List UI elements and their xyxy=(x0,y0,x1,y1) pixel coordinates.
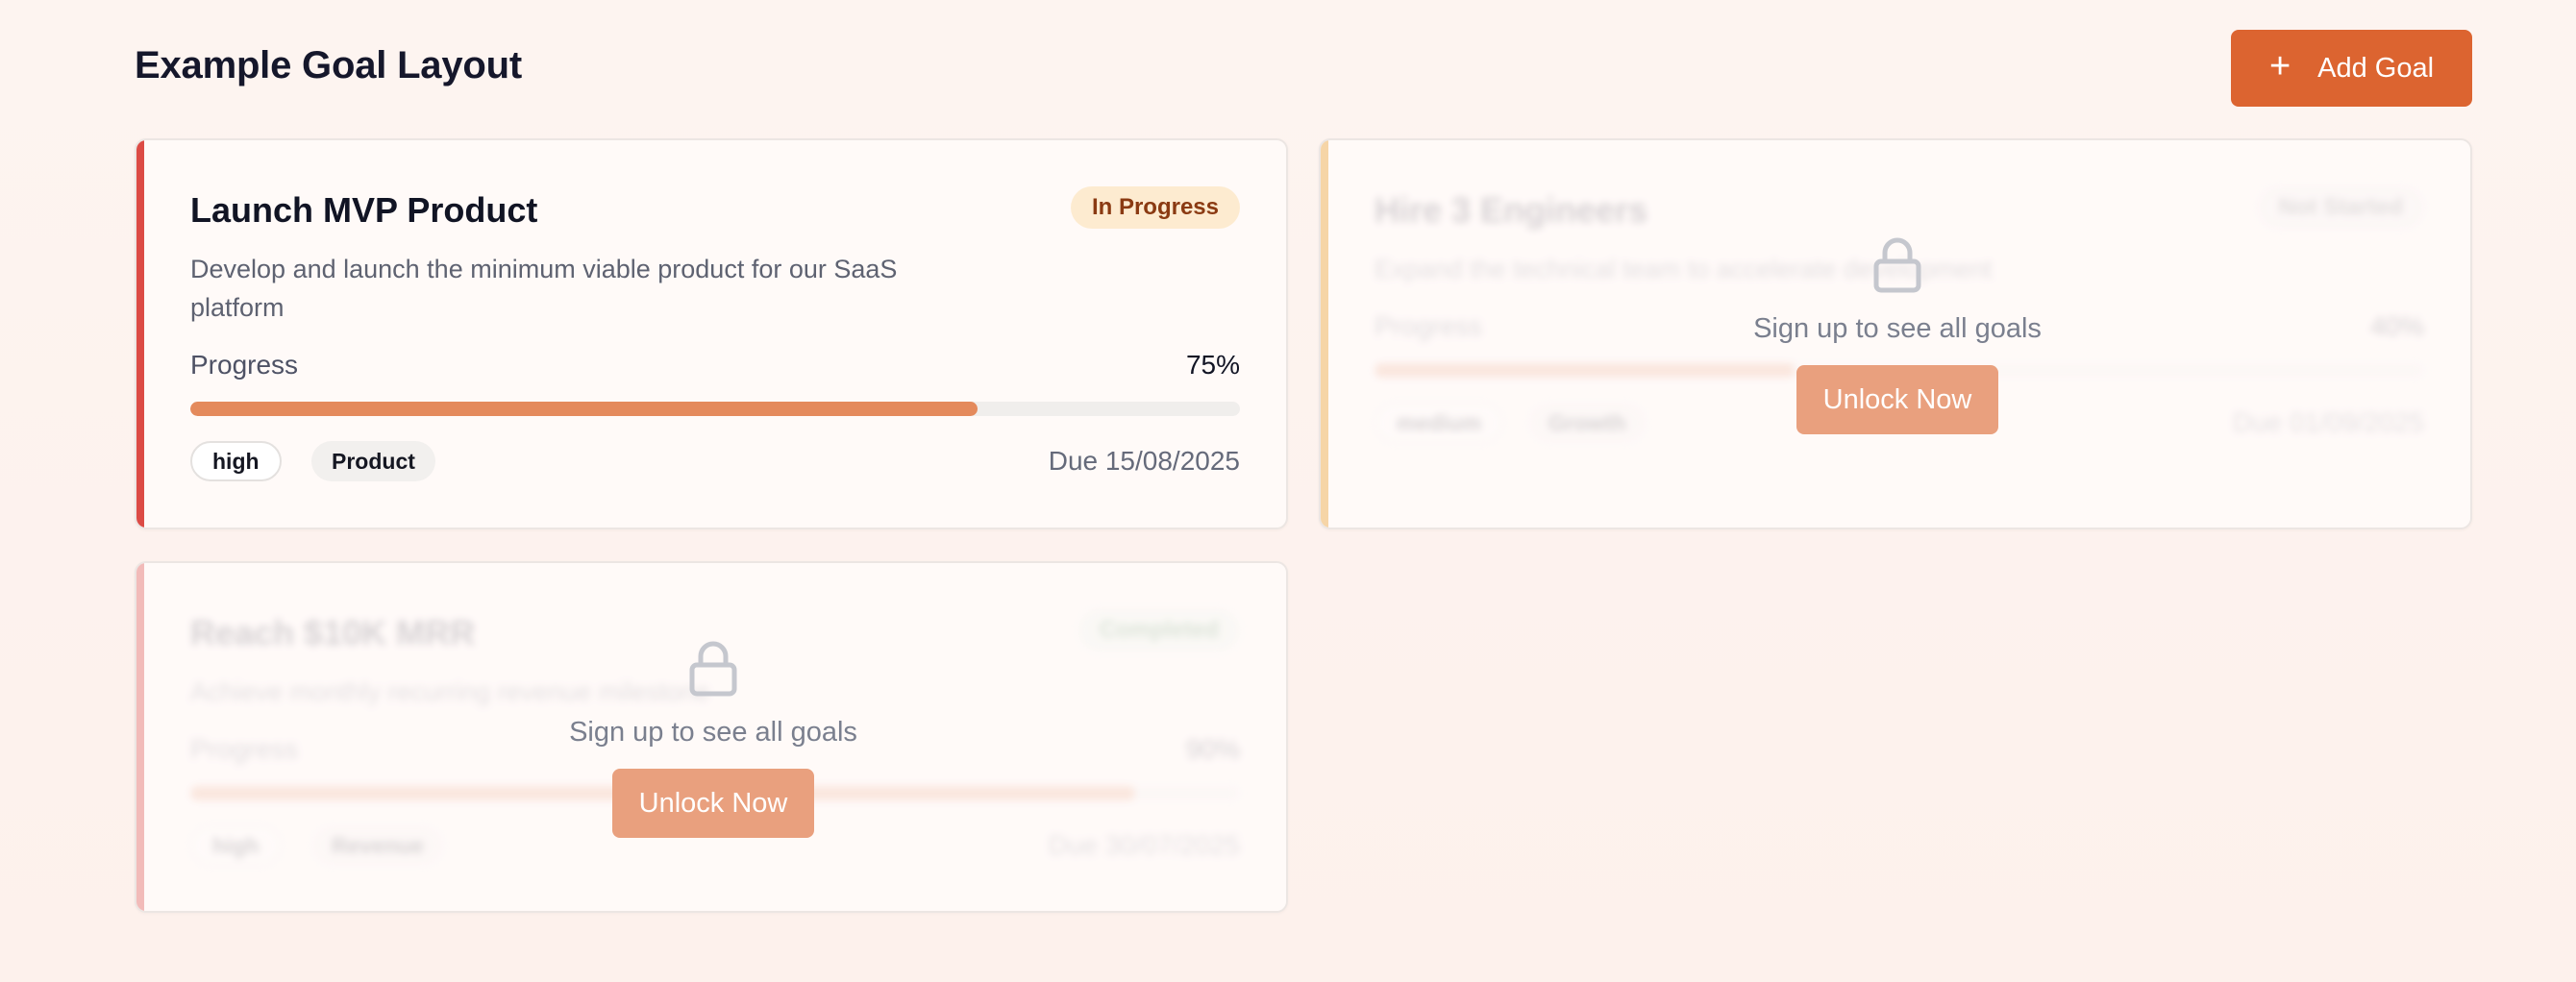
unlock-now-button[interactable]: Unlock Now xyxy=(612,769,814,838)
category-tag: Product xyxy=(311,441,435,481)
lock-message: Sign up to see all goals xyxy=(1753,313,2042,344)
lock-icon xyxy=(689,641,737,697)
lock-overlay: Sign up to see all goals Unlock Now xyxy=(1321,140,2470,528)
progress-bar xyxy=(190,402,1240,416)
status-badge: In Progress xyxy=(1070,186,1240,229)
plus-icon: + xyxy=(2268,46,2291,86)
add-goal-label: Add Goal xyxy=(2317,52,2435,84)
lock-icon xyxy=(1873,237,1921,293)
goal-description: Develop and launch the minimum viable pr… xyxy=(190,255,898,322)
page-title: Example Goal Layout xyxy=(135,44,522,86)
priority-tag: high xyxy=(190,441,282,481)
unlock-now-button[interactable]: Unlock Now xyxy=(1796,365,1998,434)
progress-fill xyxy=(190,402,978,416)
add-goal-button[interactable]: + Add Goal xyxy=(2231,30,2472,107)
goal-card-locked: Reach $10K MRR Completed Achieve monthly… xyxy=(135,561,1288,913)
goal-card[interactable]: Launch MVP Product In Progress Develop a… xyxy=(135,138,1288,529)
goal-title: Launch MVP Product xyxy=(190,190,538,230)
goals-page: Example Goal Layout + Add Goal Launch MV… xyxy=(0,0,2576,982)
card-content: Launch MVP Product In Progress Develop a… xyxy=(190,140,1240,528)
lock-overlay: Sign up to see all goals Unlock Now xyxy=(136,563,1286,911)
card-accent xyxy=(136,140,144,528)
goal-card-locked: Hire 3 Engineers Not Started Expand the … xyxy=(1319,138,2472,529)
lock-message: Sign up to see all goals xyxy=(569,717,857,748)
progress-label: Progress xyxy=(190,350,299,380)
progress-value: 75% xyxy=(1185,350,1240,380)
due-date: Due 15/08/2025 xyxy=(1048,446,1240,476)
